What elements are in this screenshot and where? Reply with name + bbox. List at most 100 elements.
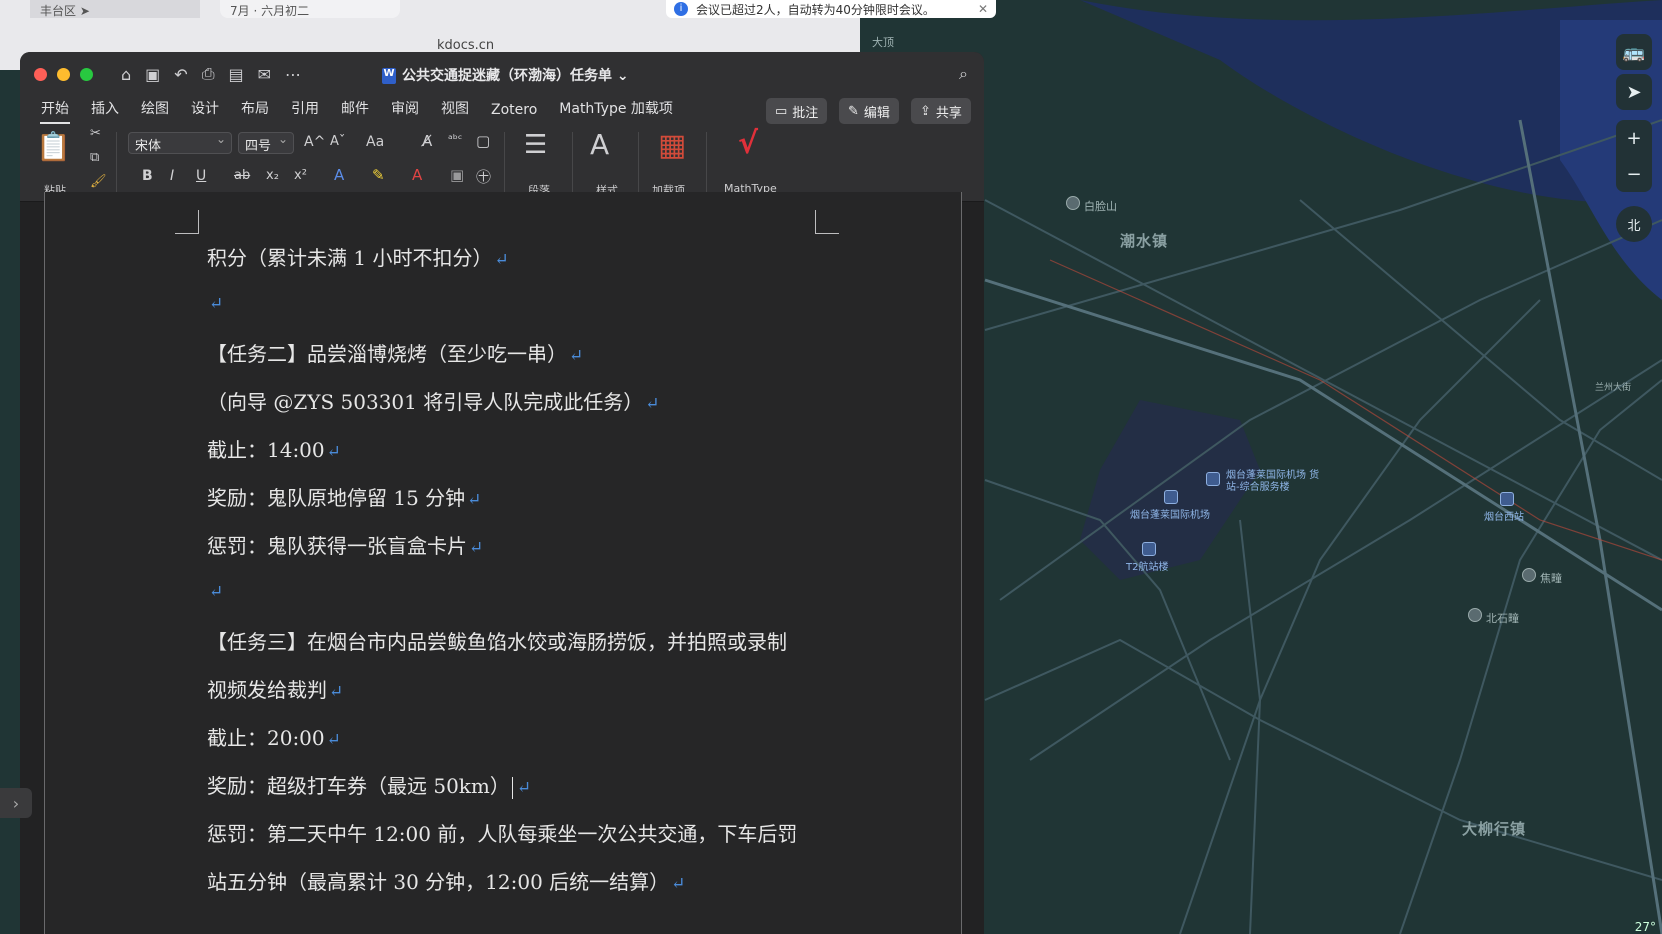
font-color-icon[interactable]: A bbox=[412, 166, 422, 184]
return-mark-icon: ↵ bbox=[326, 730, 341, 750]
airport-icon[interactable] bbox=[1206, 472, 1220, 486]
tab-draw[interactable]: 绘图 bbox=[130, 98, 180, 124]
enclose-char-icon[interactable]: ㊉ bbox=[476, 166, 491, 187]
doc-line[interactable]: 惩罚：鬼队获得一张盲盒卡片 ↵ bbox=[207, 530, 483, 559]
grow-font-icon[interactable]: A^ bbox=[304, 134, 325, 150]
subscript-button[interactable]: x₂ bbox=[266, 168, 279, 183]
char-shading-icon[interactable]: ▣ bbox=[450, 166, 464, 184]
doc-line-text: 惩罚：第二天中午 12:00 前，人队每乘坐一次公共交通，下车后罚 bbox=[207, 822, 798, 846]
document-area[interactable]: 积分（累计未满 1 小时不扣分） ↵ ↵ 【任务二】品尝淄博烧烤（至少吃一串） ↵ … bbox=[20, 192, 984, 934]
zoom-window-button[interactable] bbox=[80, 67, 93, 81]
document-title-text: 公共交通捉迷藏（环渤海）任务单 bbox=[402, 68, 612, 84]
close-window-button[interactable] bbox=[34, 67, 47, 81]
doc-line[interactable]: 视频发给裁判 ↵ bbox=[207, 674, 343, 703]
styles-icon[interactable]: A bbox=[590, 128, 609, 161]
ribbon-home: 📋 粘贴 ✂ ⧉ 🖌 宋体 四号 A^ Aˇ Aa A̸ ᵃᵇᶜ ▢ B I U… bbox=[20, 124, 984, 202]
tab-mathtype-addin[interactable]: MathType 加载项 bbox=[548, 98, 684, 124]
print-icon[interactable]: ⎙ bbox=[202, 64, 215, 84]
save-as-icon[interactable]: ▤ bbox=[229, 65, 244, 84]
divider bbox=[504, 132, 505, 194]
tab-layout[interactable]: 布局 bbox=[230, 98, 280, 124]
strikethrough-button[interactable]: ab bbox=[234, 168, 250, 183]
tab-home[interactable]: 开始 bbox=[30, 98, 80, 124]
addins-icon[interactable]: ▦ bbox=[658, 128, 686, 163]
phonetic-icon[interactable]: ᵃᵇᶜ bbox=[448, 132, 462, 146]
zoom-out-button[interactable]: − bbox=[1616, 156, 1652, 192]
tab-design[interactable]: 设计 bbox=[180, 98, 230, 124]
notice-text: 会议已超过2人，自动转为40分钟限时会议。 bbox=[696, 2, 935, 17]
char-border-icon[interactable]: ▢ bbox=[476, 132, 490, 150]
poi-jiaotuan-icon[interactable] bbox=[1522, 568, 1536, 582]
highlight-icon[interactable]: ✎ bbox=[372, 166, 385, 184]
poi-icon[interactable] bbox=[1066, 196, 1080, 210]
search-icon[interactable]: ⌕ bbox=[959, 64, 968, 84]
location-label: 丰台区 bbox=[40, 4, 77, 18]
divider bbox=[706, 132, 707, 194]
save-icon[interactable]: ▣ bbox=[145, 65, 160, 84]
text-effects-icon[interactable]: A bbox=[334, 166, 344, 184]
font-name-select[interactable]: 宋体 bbox=[128, 132, 232, 154]
doc-line[interactable]: 惩罚：第二天中午 12:00 前，人队每乘坐一次公共交通，下车后罚 bbox=[207, 818, 797, 847]
terminal-icon[interactable] bbox=[1142, 542, 1156, 556]
comment-button[interactable]: ▭ 批注 bbox=[766, 98, 828, 124]
plane-icon[interactable] bbox=[1164, 490, 1178, 504]
mail-icon[interactable]: ✉ bbox=[258, 65, 271, 84]
pencil-icon: ✎ bbox=[848, 103, 859, 119]
close-icon[interactable]: ✕ bbox=[978, 2, 988, 16]
superscript-button[interactable]: x² bbox=[294, 168, 307, 183]
doc-line-text: 截止：14:00 bbox=[207, 438, 325, 462]
change-case-icon[interactable]: Aa bbox=[366, 134, 384, 150]
doc-line[interactable]: 站五分钟（最高累计 30 分钟，12:00 后统一结算） ↵ bbox=[207, 866, 685, 895]
doc-line[interactable]: （向导 @ZYS 503301 将引导人队完成此任务） ↵ bbox=[207, 386, 659, 415]
side-panel-toggle-icon[interactable]: › bbox=[0, 788, 32, 818]
document-page[interactable]: 积分（累计未满 1 小时不扣分） ↵ ↵ 【任务二】品尝淄博烧烤（至少吃一串） ↵ … bbox=[44, 192, 962, 934]
zoom-in-button[interactable]: + bbox=[1616, 120, 1652, 156]
tab-references[interactable]: 引用 bbox=[280, 98, 330, 124]
copy-icon[interactable]: ⧉ bbox=[90, 150, 99, 165]
bold-button[interactable]: B bbox=[142, 168, 153, 184]
map-label-dading: 大顶 bbox=[872, 36, 894, 49]
doc-line[interactable]: ↵ bbox=[207, 290, 223, 314]
return-mark-icon: ↵ bbox=[469, 538, 484, 558]
doc-line[interactable]: 奖励：鬼队原地停留 15 分钟 ↵ bbox=[207, 482, 481, 511]
underline-button[interactable]: U bbox=[196, 168, 206, 184]
shrink-font-icon[interactable]: Aˇ bbox=[330, 134, 345, 149]
cut-icon[interactable]: ✂ bbox=[90, 126, 101, 141]
doc-line[interactable]: 【任务二】品尝淄博烧烤（至少吃一串） ↵ bbox=[207, 338, 583, 367]
home-icon[interactable]: ⌂ bbox=[121, 65, 131, 84]
compass-north-button[interactable]: 北 bbox=[1616, 206, 1652, 242]
doc-line-text: 【任务二】品尝淄博烧烤（至少吃一串） bbox=[207, 342, 567, 366]
format-painter-icon[interactable]: 🖌 bbox=[90, 174, 107, 189]
font-size-select[interactable]: 四号 bbox=[238, 132, 294, 154]
tab-insert[interactable]: 插入 bbox=[80, 98, 130, 124]
doc-line[interactable]: 【任务三】在烟台市内品尝鲅鱼馅水饺或海肠捞饭，并拍照或录制 bbox=[207, 626, 787, 655]
doc-line[interactable]: 积分（累计未满 1 小时不扣分） ↵ bbox=[207, 242, 509, 271]
bus-icon[interactable]: 🚌 bbox=[1616, 34, 1652, 70]
doc-line[interactable]: 截止：20:00 ↵ bbox=[207, 722, 341, 751]
locate-icon[interactable]: ➤ bbox=[1616, 74, 1652, 110]
clipboard-icon[interactable]: 📋 bbox=[36, 130, 71, 163]
document-title[interactable]: W 公共交通捉迷藏（环渤海）任务单 ⌄ bbox=[382, 65, 629, 85]
italic-button[interactable]: I bbox=[170, 168, 174, 184]
url-bar[interactable]: kdocs.cn bbox=[437, 38, 494, 53]
mathtype-icon[interactable]: √ bbox=[738, 126, 758, 161]
road-1 bbox=[984, 199, 1662, 561]
edit-button[interactable]: ✎ 编辑 bbox=[839, 98, 899, 124]
doc-line[interactable]: ↵ bbox=[207, 578, 223, 602]
paragraph-icon[interactable]: ☰ bbox=[524, 130, 547, 160]
more-icon[interactable]: ⋯ bbox=[285, 65, 301, 84]
clear-format-icon[interactable]: A̸ bbox=[422, 132, 432, 150]
doc-line[interactable]: 截止：14:00 ↵ bbox=[207, 434, 341, 463]
poi-beishituan-icon[interactable] bbox=[1468, 608, 1482, 622]
tab-zotero[interactable]: Zotero bbox=[480, 102, 548, 124]
map-label-airport: 烟台蓬莱国际机场 bbox=[1130, 510, 1210, 521]
tab-view[interactable]: 视图 bbox=[430, 98, 480, 124]
undo-icon[interactable]: ↶ bbox=[174, 65, 187, 84]
minimize-window-button[interactable] bbox=[57, 67, 70, 81]
tab-mailings[interactable]: 邮件 bbox=[330, 98, 380, 124]
share-button[interactable]: ⇪ 共享 bbox=[911, 98, 971, 124]
edit-label: 编辑 bbox=[863, 105, 890, 121]
train-station-icon[interactable] bbox=[1500, 492, 1514, 506]
tab-review[interactable]: 审阅 bbox=[380, 98, 430, 124]
doc-line[interactable]: 奖励：超级打车券（最远 50km） ↵ bbox=[207, 770, 531, 799]
